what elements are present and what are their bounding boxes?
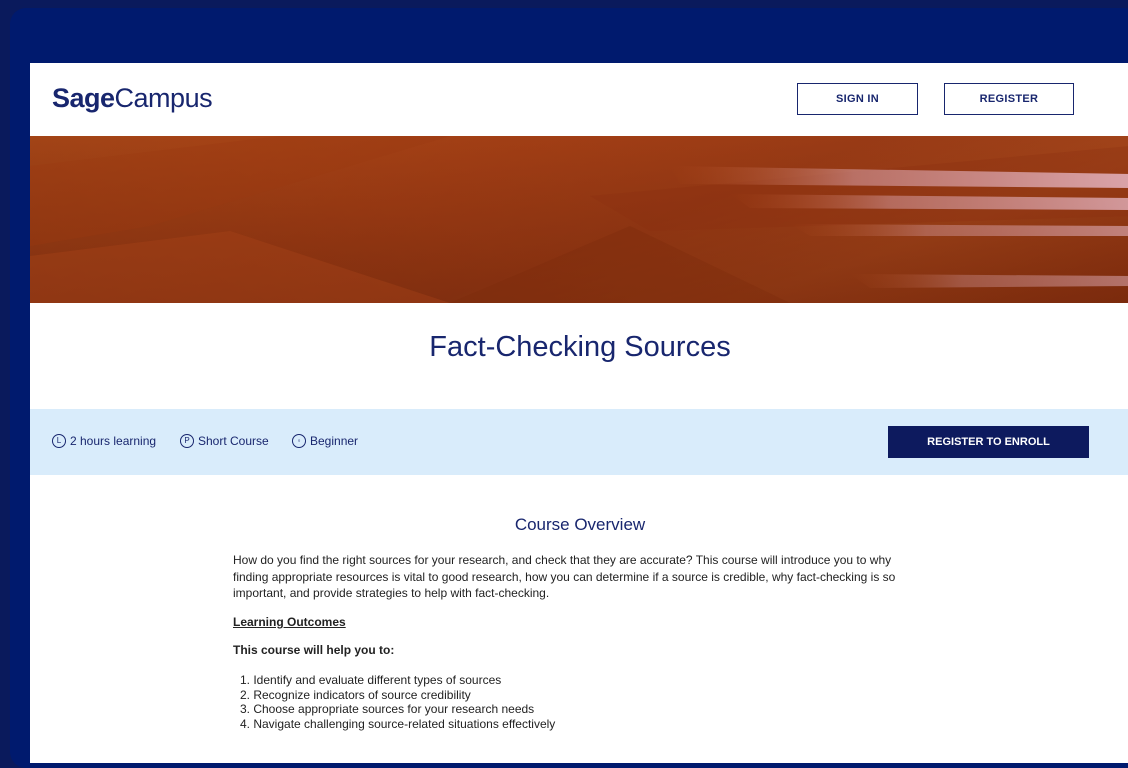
- logo-sage-text: Sage: [52, 83, 115, 113]
- help-intro-text: This course will help you to:: [233, 643, 395, 657]
- course-type-icon: P: [180, 434, 194, 448]
- learning-outcomes-list: 1. Identify and evaluate different types…: [240, 673, 555, 731]
- course-meta-band: L 2 hours learning P Short Course ◦ Begi…: [30, 409, 1128, 475]
- list-item: 3. Choose appropriate sources for your r…: [240, 702, 535, 716]
- list-item: 4. Navigate challenging source-related s…: [240, 716, 556, 731]
- hero-painting-texture: [30, 136, 1128, 303]
- hero-banner-image: [30, 136, 1128, 303]
- register-button[interactable]: REGISTER: [944, 83, 1074, 115]
- sign-in-button[interactable]: SIGN IN: [797, 83, 918, 115]
- learning-outcomes-heading: Learning Outcomes: [233, 615, 346, 629]
- device-frame: SageCampus SIGN IN REGISTER Fact-Checkin…: [10, 8, 1128, 768]
- list-item: 2. Recognize indicators of source credib…: [240, 687, 471, 702]
- course-type-label: Short Course: [198, 434, 269, 448]
- logo-campus-text: Campus: [114, 83, 213, 113]
- sagecampus-logo[interactable]: SageCampus: [52, 83, 213, 114]
- site-header: SageCampus SIGN IN REGISTER: [30, 63, 1128, 136]
- level-icon: ◦: [292, 434, 306, 448]
- duration-meta: L 2 hours learning: [52, 434, 156, 448]
- course-type-meta: P Short Course: [180, 434, 269, 448]
- list-item: 1. Identify and evaluate different types…: [240, 673, 502, 687]
- course-title: Fact-Checking Sources: [429, 331, 731, 363]
- course-page: SageCampus SIGN IN REGISTER Fact-Checkin…: [30, 63, 1128, 763]
- level-label: Beginner: [310, 434, 359, 448]
- course-overview-heading: Course Overview: [514, 515, 646, 534]
- duration-label: 2 hours learning: [70, 434, 157, 448]
- clock-icon: L: [52, 434, 66, 448]
- register-to-enroll-button[interactable]: REGISTER TO ENROLL: [888, 426, 1089, 458]
- level-meta: ◦ Beginner: [292, 434, 358, 448]
- course-overview-text: How do you find the right sources for yo…: [233, 553, 896, 600]
